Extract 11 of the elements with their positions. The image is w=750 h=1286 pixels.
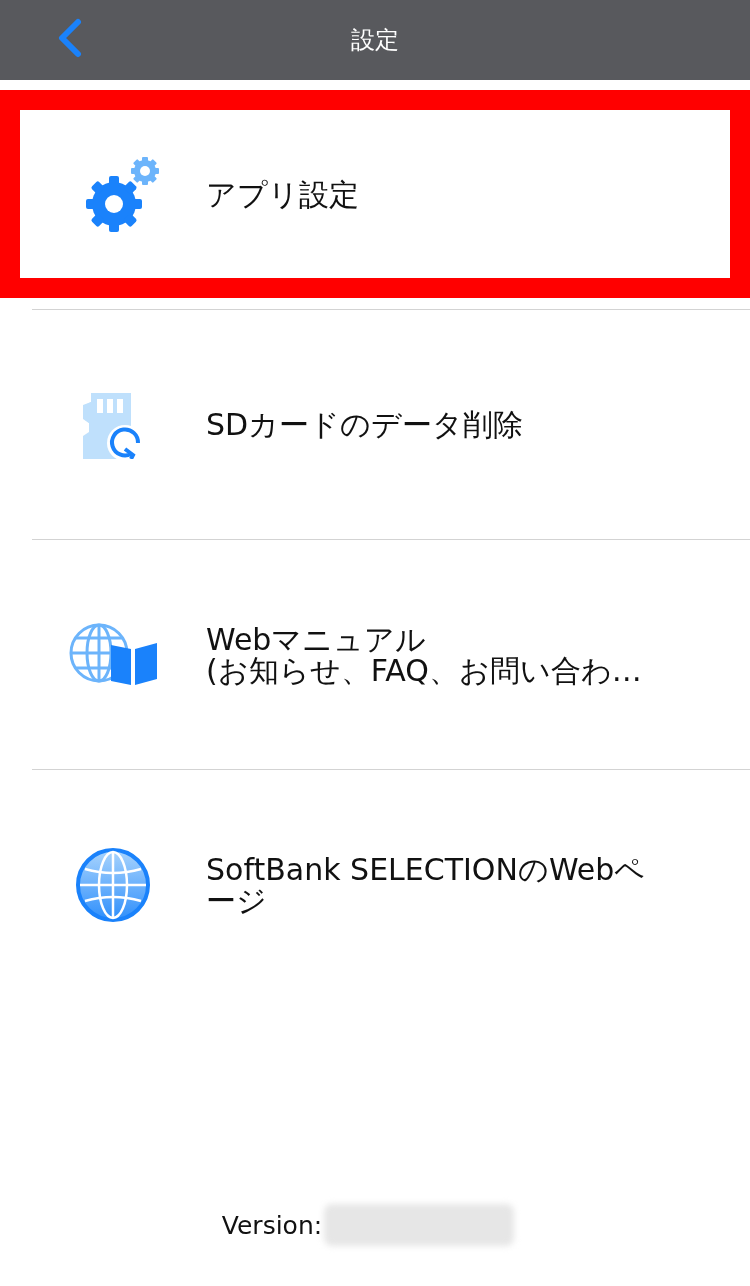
settings-item[interactable]: アプリ設定 (0, 90, 750, 298)
item-label: SDカードのデータ削除 (206, 409, 524, 440)
version-label: Version: (221, 1210, 323, 1240)
globe-icon (75, 846, 151, 923)
item-subtitle: (お知らせ、FAQ、お問い合わ… (206, 654, 642, 686)
item-label: アプリ設定 (206, 178, 359, 210)
item-label: Webマニュアル (206, 623, 428, 655)
header-title: 設定 (351, 25, 399, 56)
globe-book-icon (68, 621, 158, 688)
item-label: SoftBank SELECTIONのWebページ (206, 853, 647, 916)
gears-icon (84, 154, 162, 234)
